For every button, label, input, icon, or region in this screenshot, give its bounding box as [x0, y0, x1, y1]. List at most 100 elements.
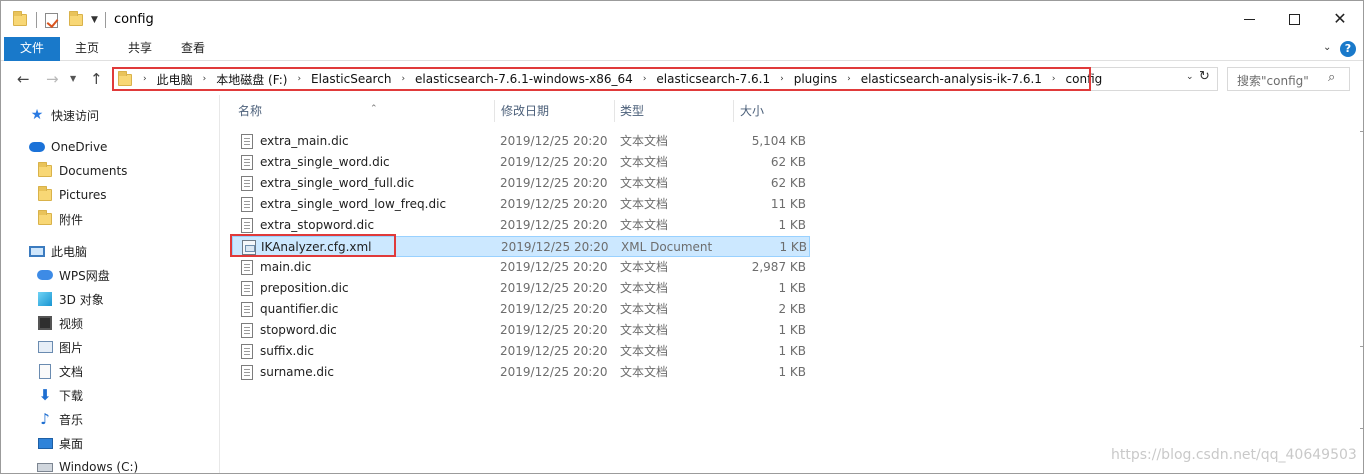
- close-icon: ✕: [1333, 9, 1347, 28]
- close-button[interactable]: ✕: [1317, 1, 1363, 37]
- computer-icon: [29, 243, 45, 259]
- nav-item[interactable]: ⬇ 下载: [37, 384, 83, 406]
- scrollbar-mark: [1360, 131, 1363, 132]
- file-row[interactable]: extra_stopword.dic 2019/12/25 20:20 文本文档 1 …: [232, 215, 810, 236]
- file-type: 文本文档: [620, 155, 669, 169]
- nav-item[interactable]: 桌面: [37, 432, 83, 454]
- expand-ribbon-icon[interactable]: ⌄: [1323, 42, 1331, 53]
- nav-item[interactable]: 附件: [37, 208, 83, 230]
- maximize-button[interactable]: [1271, 1, 1317, 37]
- text-file-icon: [241, 281, 253, 296]
- sort-ascending-icon: ⌃: [370, 104, 378, 114]
- file-type: 文本文档: [620, 134, 669, 148]
- file-name: quantifier.dic: [260, 302, 339, 316]
- file-name: extra_main.dic: [260, 134, 349, 148]
- properties-icon[interactable]: [45, 11, 58, 29]
- nav-item[interactable]: Pictures: [37, 184, 107, 206]
- file-highlight-box: [230, 234, 396, 257]
- file-date: 2019/12/25 20:20: [500, 197, 608, 211]
- text-file-icon: [241, 155, 253, 170]
- up-button[interactable]: ↑: [90, 70, 103, 88]
- navigation-pane: ★ 快速访问 OneDrive Documents Pictures 附件此电脑 WPS网盘…: [1, 95, 220, 473]
- file-type: 文本文档: [620, 323, 669, 337]
- nav-item[interactable]: Documents: [37, 160, 127, 182]
- nav-item-label: 图片: [59, 340, 84, 355]
- column-header-name[interactable]: ⌃ 名称: [232, 100, 495, 122]
- file-size: 1 KB: [779, 240, 807, 254]
- toolbar-divider: [105, 12, 106, 28]
- file-date: 2019/12/25 20:20: [501, 240, 609, 254]
- vertical-scrollbar[interactable]: [1357, 95, 1363, 473]
- recent-locations-icon[interactable]: ▼: [70, 74, 76, 83]
- star-icon: ★: [30, 107, 44, 123]
- picture-icon: [37, 339, 53, 355]
- file-type: 文本文档: [620, 260, 669, 274]
- toolbar-divider: [36, 12, 37, 28]
- nav-item[interactable]: 3D 对象: [37, 288, 104, 310]
- refresh-icon[interactable]: ↻: [1199, 69, 1210, 84]
- nav-item[interactable]: 文档: [37, 360, 83, 382]
- column-header-size[interactable]: 大小: [734, 100, 810, 122]
- new-folder-icon[interactable]: [69, 11, 83, 29]
- file-size: 2,987 KB: [751, 260, 806, 274]
- nav-item-label: 下载: [59, 388, 84, 403]
- file-row[interactable]: stopword.dic 2019/12/25 20:20 文本文档 1 KB: [232, 320, 810, 341]
- drive-icon: [37, 459, 53, 473]
- nav-item[interactable]: Windows (C:): [37, 456, 138, 473]
- address-dropdown-icon[interactable]: ⌄: [1186, 72, 1194, 82]
- file-row[interactable]: extra_single_word_full.dic 2019/12/25 20:…: [232, 173, 810, 194]
- column-header-date[interactable]: 修改日期: [495, 100, 615, 122]
- watermark: https://blog.csdn.net/qq_40649503: [1111, 447, 1357, 463]
- help-icon[interactable]: ?: [1340, 41, 1356, 57]
- cloud-icon: [29, 139, 45, 155]
- back-button[interactable]: ←: [17, 70, 30, 88]
- file-type: 文本文档: [620, 365, 669, 379]
- nav-item[interactable]: 视频: [37, 312, 83, 334]
- tab-share[interactable]: 共享: [118, 37, 162, 61]
- text-file-icon: [241, 197, 253, 212]
- file-row[interactable]: preposition.dic 2019/12/25 20:20 文本文档 1 KB: [232, 278, 810, 299]
- document-icon: [37, 363, 53, 379]
- folder-icon: [37, 210, 53, 227]
- tab-file[interactable]: 文件: [4, 37, 60, 61]
- folder-icon: [37, 186, 53, 203]
- nav-item-label: WPS网盘: [59, 268, 110, 283]
- nav-item[interactable]: ♪ 音乐: [37, 408, 83, 430]
- nav-item[interactable]: WPS网盘: [37, 264, 110, 286]
- tab-home[interactable]: 主页: [65, 37, 109, 61]
- file-row[interactable]: extra_main.dic 2019/12/25 20:20 文本文档 5,104 …: [232, 131, 810, 152]
- file-row[interactable]: extra_single_word.dic 2019/12/25 20:20 文本文…: [232, 152, 810, 173]
- folder-icon: [37, 162, 53, 179]
- file-row[interactable]: main.dic 2019/12/25 20:20 文本文档 2,987 KB: [232, 257, 810, 278]
- file-size: 11 KB: [770, 197, 806, 211]
- file-row[interactable]: suffix.dic 2019/12/25 20:20 文本文档 1 KB: [232, 341, 810, 362]
- navigation-bar: ← → ▼ ↑ › 此电脑 › 本地磁盘 (F:) › ElasticSearch › ela…: [1, 63, 1363, 95]
- file-row[interactable]: surname.dic 2019/12/25 20:20 文本文档 1 KB: [232, 362, 810, 383]
- file-date: 2019/12/25 20:20: [500, 323, 608, 337]
- text-file-icon: [241, 302, 253, 317]
- file-type: 文本文档: [620, 281, 669, 295]
- cube-icon: [37, 291, 53, 307]
- search-icon[interactable]: ⌕: [1328, 70, 1335, 85]
- quick-access-dropdown-icon[interactable]: ▼: [91, 11, 98, 29]
- file-row[interactable]: quantifier.dic 2019/12/25 20:20 文本文档 2 KB: [232, 299, 810, 320]
- nav-item-label: 视频: [59, 316, 84, 331]
- file-size: 1 KB: [778, 218, 806, 232]
- column-header-type[interactable]: 类型: [614, 100, 734, 122]
- nav-item-label: 3D 对象: [59, 292, 104, 307]
- file-row[interactable]: extra_single_word_low_freq.dic 2019/12/25…: [232, 194, 810, 215]
- nav-item[interactable]: ★ 快速访问: [29, 104, 99, 126]
- forward-button[interactable]: →: [46, 70, 59, 88]
- minimize-button[interactable]: [1226, 1, 1272, 37]
- file-date: 2019/12/25 20:20: [500, 218, 608, 232]
- file-type: XML Document: [621, 240, 713, 254]
- text-file-icon: [241, 134, 253, 149]
- file-size: 2 KB: [778, 302, 806, 316]
- nav-item[interactable]: 图片: [37, 336, 83, 358]
- address-highlight-box: [112, 67, 1091, 91]
- cloud-icon: [37, 267, 53, 283]
- file-type: 文本文档: [620, 302, 669, 316]
- nav-item[interactable]: 此电脑: [29, 240, 87, 262]
- nav-item[interactable]: OneDrive: [29, 136, 107, 158]
- tab-view[interactable]: 查看: [171, 37, 215, 61]
